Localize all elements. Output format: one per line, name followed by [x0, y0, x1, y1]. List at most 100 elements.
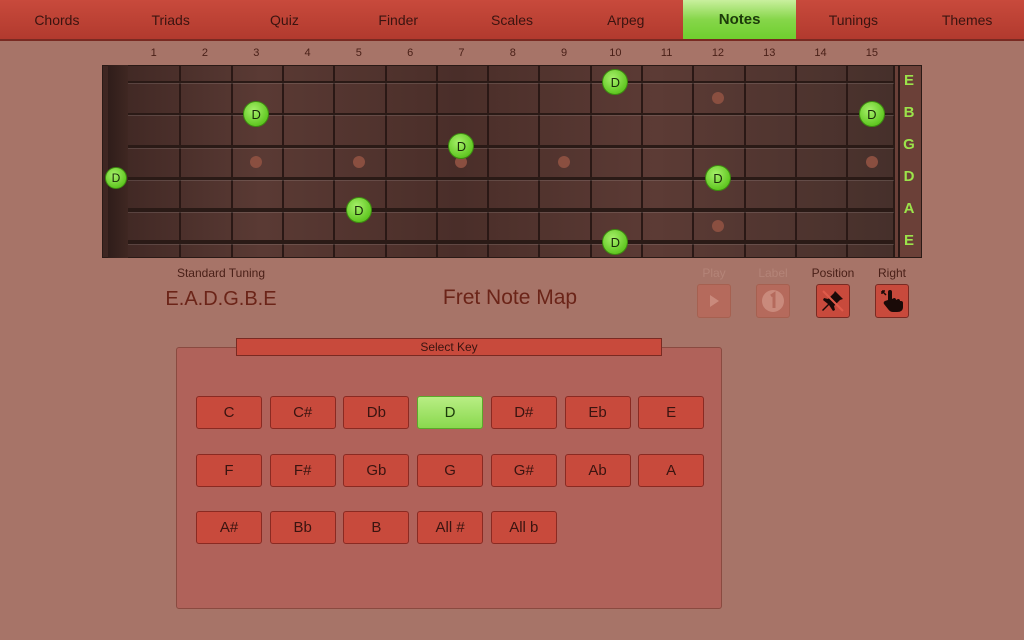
fretboard — [102, 65, 894, 258]
tab-chords[interactable]: Chords — [0, 0, 114, 39]
string-label: E — [903, 72, 914, 89]
fret-inlay-dot — [711, 92, 724, 104]
fret-wire — [384, 66, 387, 257]
fret-number-5: 5 — [355, 47, 362, 59]
string-label: G — [903, 136, 915, 153]
tab-notes[interactable]: Notes — [682, 0, 797, 39]
guitar-string — [128, 208, 894, 212]
key-button[interactable]: All b — [490, 511, 557, 544]
tuning-value[interactable]: E.A.D.G.B.E — [140, 288, 302, 311]
fretboard-nut — [108, 65, 128, 258]
label-label: Label — [758, 266, 788, 280]
key-button[interactable]: Gb — [343, 454, 410, 487]
tab-themes[interactable]: Themes — [910, 0, 1024, 39]
key-button[interactable]: C# — [269, 396, 336, 429]
key-button[interactable]: Eb — [564, 396, 631, 429]
fret-number-1: 1 — [150, 47, 157, 59]
tab-scales[interactable]: Scales — [455, 0, 569, 39]
guitar-string — [128, 240, 894, 244]
key-button[interactable]: D — [417, 396, 484, 429]
key-button[interactable]: C — [196, 396, 262, 429]
tuning-caption: Standard Tuning — [176, 266, 266, 280]
fret-number-13: 13 — [763, 47, 776, 59]
fret-wire — [281, 66, 284, 257]
string-label: D — [903, 168, 915, 185]
label-button[interactable] — [756, 284, 790, 318]
page-title: Fret Note Map — [442, 286, 578, 309]
top-nav: Chords Triads Quiz Finder Scales Arpeg N… — [0, 0, 1024, 41]
key-button[interactable]: Bb — [269, 511, 336, 544]
fret-wire — [589, 66, 592, 257]
fret-wire — [230, 66, 233, 257]
key-button[interactable]: D# — [490, 396, 557, 429]
fret-wire — [179, 66, 182, 257]
play-label: Play — [702, 266, 726, 280]
fret-wire — [487, 66, 490, 257]
right-label: Right — [877, 266, 906, 280]
key-button[interactable]: B — [343, 511, 410, 544]
fret-wire — [333, 66, 336, 257]
fret-number-7: 7 — [458, 47, 465, 59]
string-label: E — [903, 232, 914, 249]
key-button[interactable]: F — [196, 454, 262, 487]
tab-finder[interactable]: Finder — [341, 0, 455, 39]
position-tool: Position — [808, 266, 858, 318]
key-button[interactable]: Db — [343, 396, 410, 429]
key-button[interactable]: G# — [490, 454, 557, 487]
fret-wire — [794, 66, 797, 257]
note-marker[interactable]: D — [858, 101, 885, 127]
label-tool: Label — [748, 266, 798, 318]
pushpin-icon — [822, 290, 844, 312]
fret-number-4: 4 — [304, 47, 311, 59]
pointing-hand-icon — [881, 290, 903, 312]
note-marker[interactable]: D — [105, 167, 127, 189]
fret-number-9: 9 — [560, 47, 568, 59]
fret-number-8: 8 — [509, 47, 516, 59]
guitar-string — [128, 176, 894, 180]
fret-wire — [435, 66, 438, 257]
tab-tunings[interactable]: Tunings — [796, 0, 910, 39]
string-label: A — [903, 200, 915, 217]
fret-number-10: 10 — [609, 47, 622, 59]
tab-arpeg[interactable]: Arpeg — [569, 0, 683, 39]
number-one-icon — [762, 290, 784, 312]
key-button[interactable]: All # — [417, 511, 484, 544]
tab-quiz[interactable]: Quiz — [228, 0, 342, 39]
key-button[interactable]: A# — [196, 511, 262, 544]
fret-number-14: 14 — [814, 47, 827, 59]
fret-wire — [641, 66, 643, 257]
fret-inlay-dot — [711, 220, 724, 232]
fret-number-15: 15 — [865, 47, 878, 59]
fret-number-6: 6 — [407, 47, 414, 59]
position-button[interactable] — [816, 284, 850, 318]
fret-wire — [897, 66, 900, 257]
fret-wire — [743, 66, 746, 257]
play-button[interactable] — [697, 284, 731, 318]
fret-inlay-dot — [558, 156, 571, 168]
guitar-string — [128, 144, 894, 148]
fret-number-3: 3 — [253, 47, 260, 59]
key-button[interactable]: G — [417, 454, 484, 487]
string-label: B — [903, 104, 915, 121]
key-button[interactable]: A — [638, 454, 705, 487]
note-marker[interactable]: D — [704, 165, 731, 191]
fret-wire — [538, 66, 541, 257]
fret-number-12: 12 — [711, 47, 725, 59]
key-button[interactable]: F# — [269, 454, 336, 487]
key-button[interactable]: E — [638, 396, 705, 429]
position-label: Position — [811, 266, 855, 280]
fret-inlay-dot — [352, 156, 365, 168]
fret-number-11: 11 — [660, 47, 673, 59]
key-button[interactable]: Ab — [564, 454, 631, 487]
fret-inlay-dot — [865, 156, 878, 168]
guitar-string — [128, 81, 894, 83]
fret-wire — [692, 66, 695, 257]
note-marker[interactable]: D — [345, 197, 372, 223]
play-icon — [710, 295, 719, 307]
fret-number-2: 2 — [201, 47, 208, 59]
play-tool: Play — [689, 266, 739, 318]
fret-wire — [846, 66, 849, 257]
tab-triads[interactable]: Triads — [114, 0, 228, 39]
select-key-header: Select Key — [236, 338, 662, 356]
right-hand-button[interactable] — [875, 284, 909, 318]
